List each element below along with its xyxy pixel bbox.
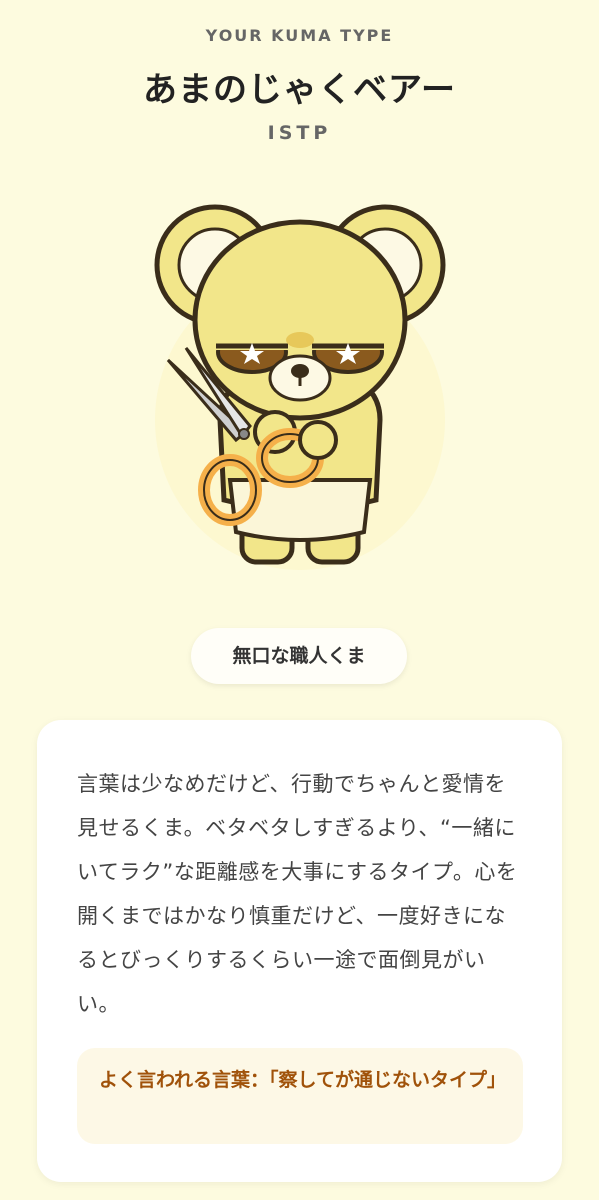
quote-box: よく言われる言葉：「察してが通じないタイプ」	[77, 1048, 523, 1144]
common-phrase-quote: よく言われる言葉：「察してが通じないタイプ」	[99, 1069, 506, 1091]
bear-illustration-svg	[154, 204, 446, 570]
personality-tag: 無口な職人くま	[191, 628, 407, 684]
kicker-label: YOUR KUMA TYPE	[205, 26, 394, 45]
type-name-title: あまのじゃくベアー	[143, 70, 456, 110]
type-code-label: ISTP	[267, 122, 332, 144]
bear-with-scissors-illustration	[150, 200, 450, 580]
type-description: 言葉は少なめだけど、行動でちゃんと愛情を見せるくま。ベタベタしすぎるより、“一緒…	[77, 772, 518, 1016]
description-card: 言葉は少なめだけど、行動でちゃんと愛情を見せるくま。ベタベタしすぎるより、“一緒…	[37, 720, 562, 1182]
